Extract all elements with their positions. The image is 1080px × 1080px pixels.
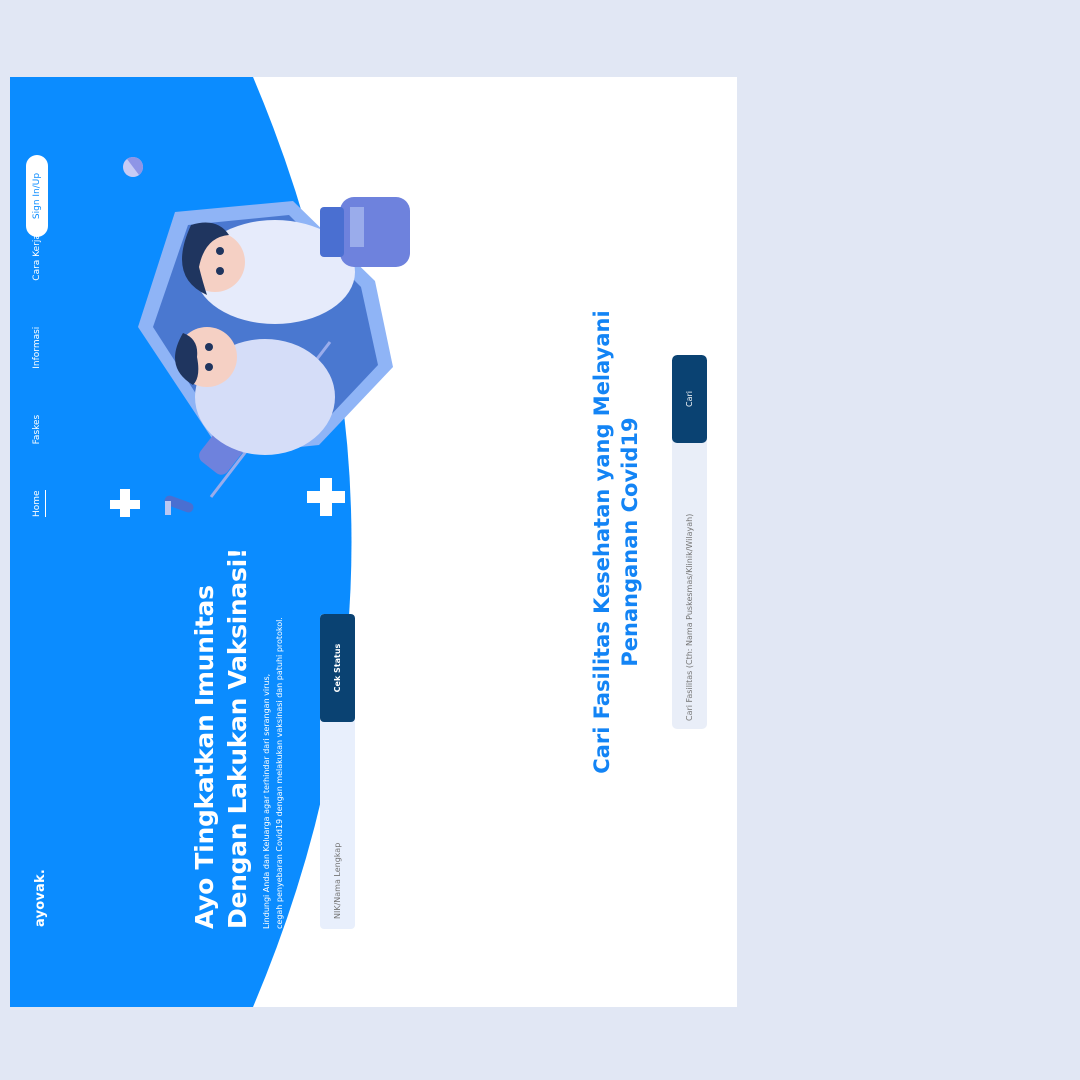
nav-informasi-link[interactable]: Informasi (32, 327, 46, 369)
facility-search-bar: Cari (672, 355, 707, 729)
landing-page: ayovak. Home Faskes Informasi Cara Kerja… (10, 77, 737, 1007)
medical-cross-icon (365, 143, 395, 173)
nav-faskes-link[interactable]: Faskes (32, 415, 46, 445)
hero-title: Ayo Tingkatkan Imunitas Dengan Lakukan V… (188, 548, 254, 929)
main-nav: Home Faskes Informasi Cara Kerja (32, 188, 46, 517)
nik-name-input[interactable] (320, 724, 355, 929)
nav-cara-kerja-link[interactable]: Cara Kerja (32, 234, 46, 281)
vaccination-illustration (110, 143, 410, 517)
facility-title-line1: Cari Fasilitas Kesehatan yang Melayani (590, 310, 614, 774)
vaccine-vial-icon (320, 197, 410, 267)
facility-search-button[interactable]: Cari (672, 355, 707, 443)
hero-desc-line1: Lindungi Anda dan Keluarga agar terhinda… (262, 673, 271, 929)
hero-title-line1: Ayo Tingkatkan Imunitas (190, 585, 219, 929)
facility-title-line2: Penanganan Covid19 (618, 417, 642, 667)
medical-cross-icon (110, 489, 140, 517)
pill-icon (123, 157, 143, 177)
check-status-button[interactable]: Cek Status (320, 614, 355, 722)
hero-desc-line2: cegah penyebaran Covid19 dengan melakuka… (275, 617, 284, 929)
logo[interactable]: ayovak. (33, 869, 48, 927)
status-search-bar: Cek Status (320, 614, 355, 929)
nav-home-link[interactable]: Home (32, 490, 46, 517)
hero-title-line2: Dengan Lakukan Vaksinasi! (223, 548, 252, 929)
facility-section-title: Cari Fasilitas Kesehatan yang Melayani P… (588, 77, 644, 1007)
medical-cross-icon (307, 478, 345, 516)
hero-description: Lindungi Anda dan Keluarga agar terhinda… (260, 617, 286, 929)
vaccine-vial-icon (164, 495, 194, 515)
facility-search-input[interactable] (672, 449, 707, 729)
sign-in-button[interactable]: Sign In/Up (26, 155, 48, 237)
